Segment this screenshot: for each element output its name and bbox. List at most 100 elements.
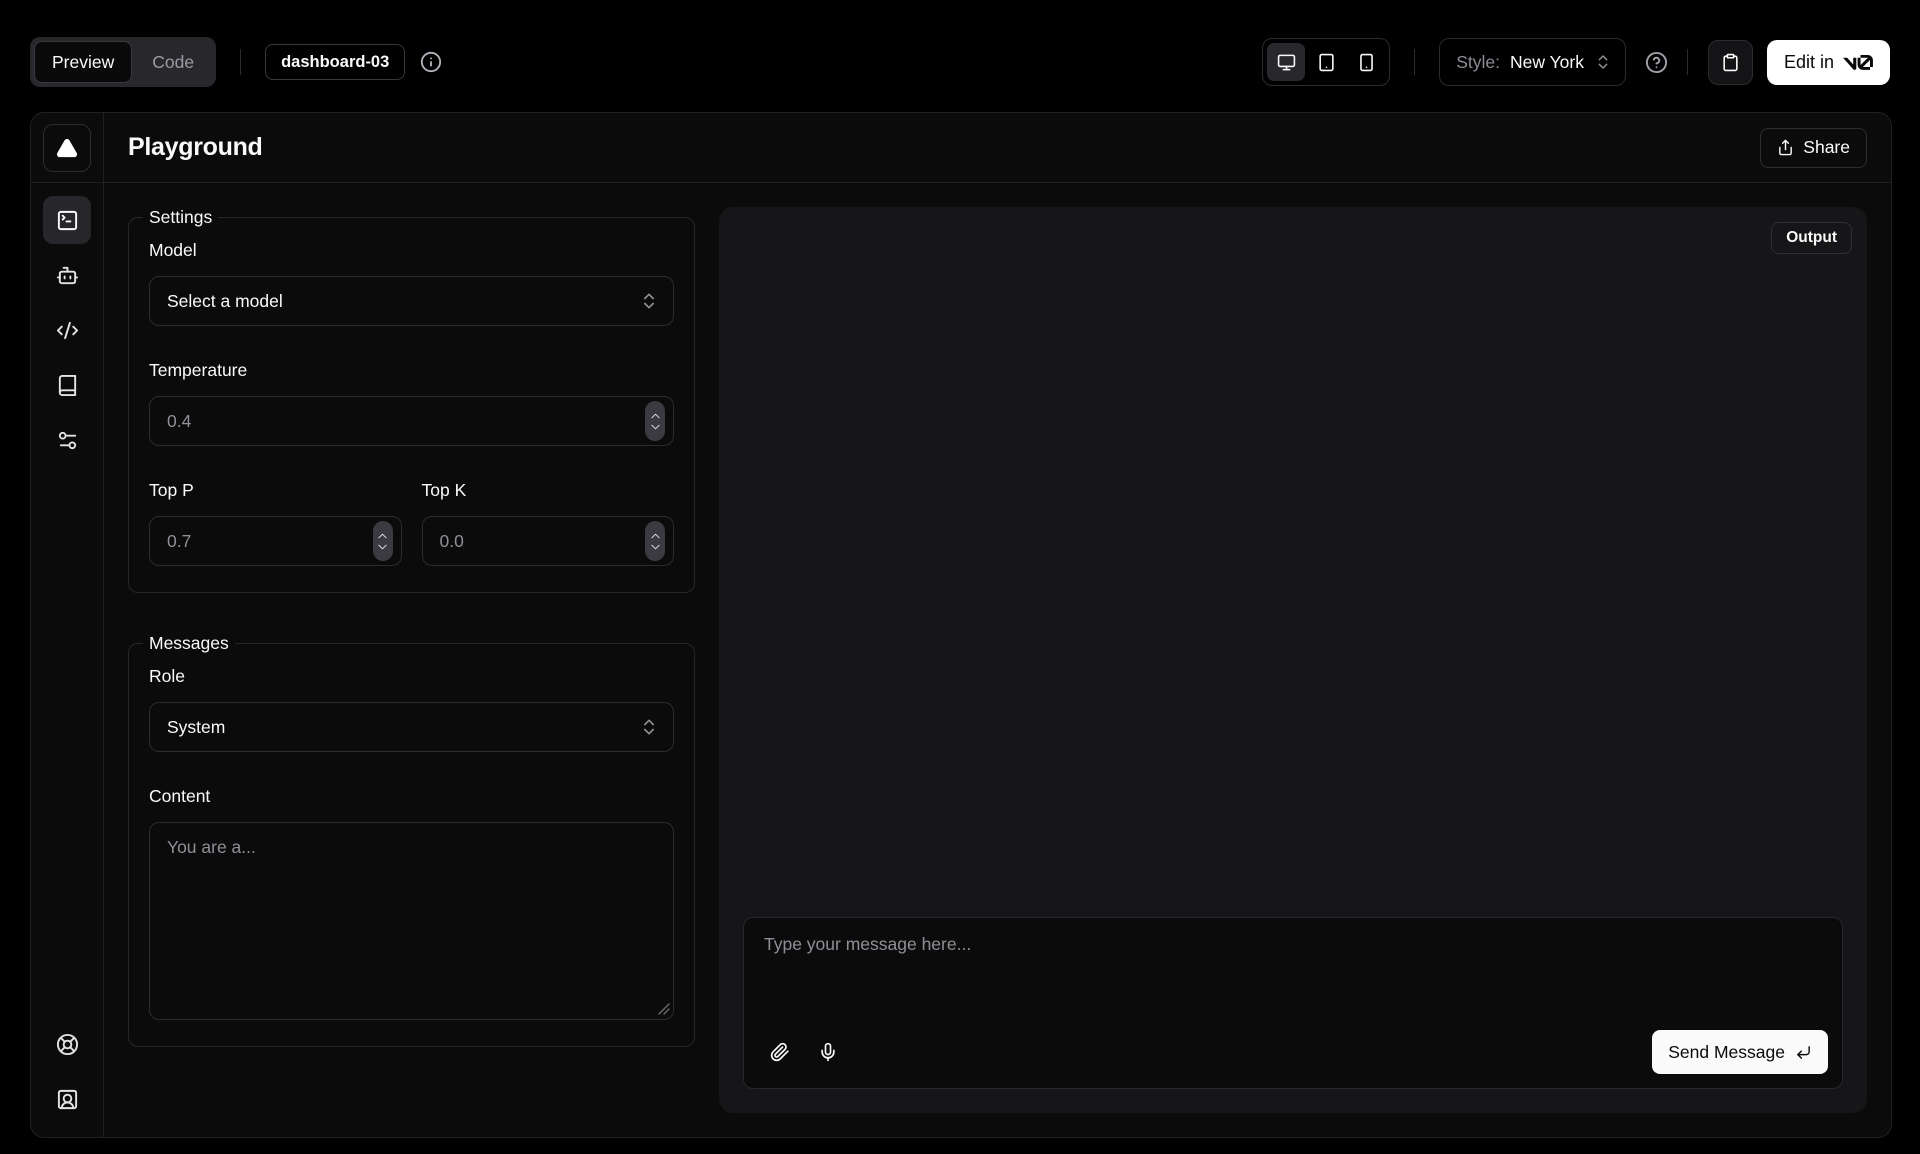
temperature-label: Temperature <box>149 360 674 381</box>
copy-code-button[interactable] <box>1708 40 1753 85</box>
sidebar-bottom-nav <box>43 1020 91 1137</box>
square-user-icon <box>56 1088 79 1111</box>
sidebar-item-help[interactable] <box>43 1020 91 1068</box>
sidebar-nav <box>43 183 91 464</box>
bot-icon <box>56 264 79 287</box>
top-k-input[interactable] <box>422 516 675 566</box>
send-message-button[interactable]: Send Message <box>1652 1030 1828 1074</box>
sidebar-item-settings[interactable] <box>43 416 91 464</box>
page-header: Playground Share <box>104 113 1891 183</box>
content-field: Content <box>149 786 674 1020</box>
preview-code-tabs: Preview Code <box>30 37 216 87</box>
top-p-input-wrap <box>149 516 402 566</box>
role-field: Role System <box>149 666 674 752</box>
message-input[interactable] <box>744 918 1842 1030</box>
model-label: Model <box>149 240 674 261</box>
messages-fieldset: Messages Role System Content <box>128 633 695 1047</box>
style-select-label: Style: <box>1456 52 1500 73</box>
message-composer: Send Message <box>743 917 1843 1089</box>
corner-down-left-icon <box>1795 1044 1812 1061</box>
sidebar-item-account[interactable] <box>43 1075 91 1123</box>
style-help-button[interactable] <box>1645 51 1668 74</box>
desktop-view-button[interactable] <box>1267 43 1305 81</box>
content-label: Content <box>149 786 674 807</box>
top-p-k-row: Top P Top K <box>149 480 674 566</box>
monitor-icon <box>1277 53 1296 72</box>
page-title: Playground <box>128 133 263 162</box>
chevrons-up-down-icon <box>1594 53 1612 71</box>
messages-legend: Messages <box>143 633 235 654</box>
temperature-stepper[interactable] <box>645 401 665 441</box>
code-icon <box>56 319 79 342</box>
model-select-value: Select a model <box>167 291 283 312</box>
content-textarea[interactable] <box>149 822 674 1020</box>
vertical-separator <box>240 49 241 75</box>
book-icon <box>56 374 79 397</box>
settings-sliders-icon <box>56 429 79 452</box>
tab-preview[interactable]: Preview <box>35 42 131 82</box>
temperature-field: Temperature <box>149 360 674 446</box>
top-p-stepper[interactable] <box>373 521 393 561</box>
clipboard-icon <box>1721 53 1740 72</box>
model-select[interactable]: Select a model <box>149 276 674 326</box>
sidebar-item-models[interactable] <box>43 251 91 299</box>
send-message-label: Send Message <box>1668 1042 1785 1063</box>
life-buoy-icon <box>56 1033 79 1056</box>
chevrons-up-down-icon <box>639 717 659 737</box>
content-textarea-wrap <box>149 822 674 1020</box>
top-k-label: Top K <box>422 480 675 501</box>
sidebar-item-playground[interactable] <box>43 196 91 244</box>
info-icon[interactable] <box>420 51 442 73</box>
top-k-field: Top K <box>422 480 675 566</box>
smartphone-icon <box>1357 53 1376 72</box>
mic-icon <box>818 1042 838 1062</box>
tablet-view-button[interactable] <box>1307 43 1345 81</box>
chevrons-up-down-icon <box>639 291 659 311</box>
mobile-view-button[interactable] <box>1347 43 1385 81</box>
toolbar-left-group: Preview Code dashboard-03 <box>30 37 442 87</box>
temperature-input-wrap <box>149 396 674 446</box>
share-button-label: Share <box>1803 137 1850 158</box>
tablet-icon <box>1317 53 1336 72</box>
composer-toolbar: Send Message <box>744 1030 1842 1088</box>
vertical-separator <box>1414 49 1415 75</box>
paperclip-icon <box>770 1042 790 1062</box>
toolbar-right-group: Style: New York Edit in <box>1262 38 1890 86</box>
sidebar-item-documentation[interactable] <box>43 361 91 409</box>
edit-in-v0-button[interactable]: Edit in <box>1767 40 1890 85</box>
attach-file-button[interactable] <box>758 1030 802 1074</box>
main-area: Playground Share Settings Model Select a… <box>104 113 1891 1137</box>
playground-app-frame: Playground Share Settings Model Select a… <box>30 112 1892 1138</box>
role-label: Role <box>149 666 674 687</box>
settings-legend: Settings <box>143 207 218 228</box>
style-select-value: New York <box>1510 52 1584 73</box>
sidebar-item-api[interactable] <box>43 306 91 354</box>
role-select[interactable]: System <box>149 702 674 752</box>
output-badge: Output <box>1771 222 1852 254</box>
tab-code[interactable]: Code <box>135 42 211 82</box>
page-content: Settings Model Select a model Temperatur… <box>104 183 1891 1137</box>
device-size-toggle-group <box>1262 38 1390 86</box>
role-select-value: System <box>167 717 225 738</box>
triangle-icon <box>56 137 78 159</box>
settings-form-column: Settings Model Select a model Temperatur… <box>128 207 695 1113</box>
top-p-label: Top P <box>149 480 402 501</box>
v0-logo-icon <box>1843 55 1873 70</box>
use-microphone-button[interactable] <box>806 1030 850 1074</box>
top-p-input[interactable] <box>149 516 402 566</box>
model-field: Model Select a model <box>149 240 674 326</box>
top-k-stepper[interactable] <box>645 521 665 561</box>
circle-help-icon <box>1645 51 1668 74</box>
style-select[interactable]: Style: New York <box>1439 38 1626 86</box>
app-sidebar <box>31 113 104 1137</box>
block-name-badge: dashboard-03 <box>265 44 405 80</box>
block-viewer-toolbar: Preview Code dashboard-03 <box>0 0 1920 112</box>
vertical-separator <box>1687 49 1688 75</box>
settings-fieldset: Settings Model Select a model Temperatur… <box>128 207 695 593</box>
share-icon <box>1777 139 1794 156</box>
share-button[interactable]: Share <box>1760 128 1867 168</box>
temperature-input[interactable] <box>149 396 674 446</box>
home-logo-button[interactable] <box>43 124 91 172</box>
top-p-field: Top P <box>149 480 402 566</box>
top-k-input-wrap <box>422 516 675 566</box>
